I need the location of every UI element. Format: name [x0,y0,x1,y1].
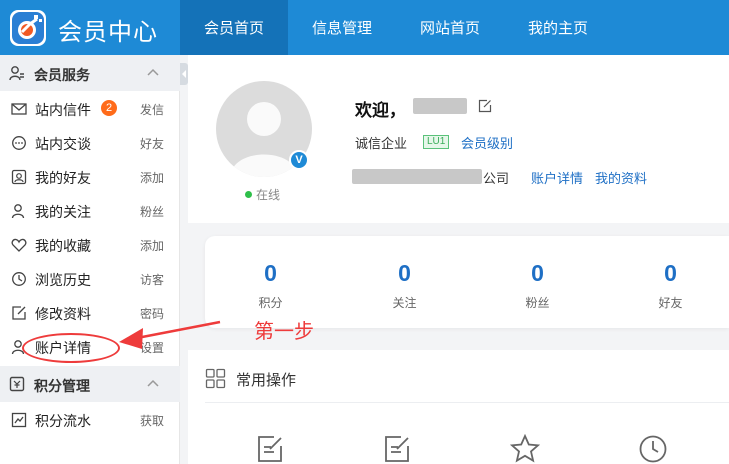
unread-count-badge: 2 [101,100,117,116]
sidebar-item-action-friends[interactable]: 好友 [140,135,164,152]
logo-icon [10,10,46,46]
sidebar-item-following[interactable]: 我的关注 粉丝 [0,193,180,227]
nav-member-home[interactable]: 会员首页 [180,0,288,55]
nav-site-home[interactable]: 网站首页 [396,0,504,55]
stat-value: 0 [398,260,411,286]
sidebar-group-title: 积分管理 [34,378,90,394]
sidebar-item-label: 浏览历史 [35,272,91,288]
user-icon [9,66,24,81]
chevron-up-icon[interactable] [146,66,160,80]
edit-name-icon[interactable] [478,99,492,113]
sidebar-item-label: 我的关注 [35,204,91,220]
contacts-icon [11,169,27,185]
sidebar-item-action-send[interactable]: 发信 [140,101,164,118]
welcome-text: 欢迎， [355,101,406,120]
edit-document-icon[interactable] [383,434,411,464]
brand-title: 会员中心 [58,19,158,46]
compose-icon[interactable] [256,434,284,464]
clock-icon[interactable] [638,434,668,464]
member-type: 诚信企业 [355,136,408,151]
user-icon [11,204,25,219]
stat-friends[interactable]: 0 好友 [605,236,729,328]
sidebar-item-label: 我的好友 [35,170,91,186]
divider [205,402,729,403]
stat-label: 粉丝 [525,296,550,310]
stat-label: 好友 [658,296,683,310]
sidebar-item-my-friends[interactable]: 我的好友 添加 [0,159,180,193]
sidebar-item-label: 我的收藏 [35,238,91,254]
mail-icon [11,103,27,115]
chat-icon [12,136,26,150]
stat-label: 积分 [258,296,283,310]
top-nav: 会员首页 信息管理 网站首页 我的主页 [180,0,612,55]
stat-value: 0 [264,260,277,286]
star-icon[interactable] [510,434,540,464]
sidebar-item-label: 站内交谈 [35,136,91,152]
sidebar-item-action-add[interactable]: 添加 [140,169,164,186]
online-status-label: 在线 [256,188,281,202]
sidebar-item-label: 修改资料 [35,306,91,322]
stat-fans[interactable]: 0 粉丝 [472,236,603,328]
annotation-arrow-icon [119,320,221,349]
online-dot-icon [245,191,252,198]
sidebar-item-action-add[interactable]: 添加 [140,237,164,254]
sidebar-item-label: 积分流水 [35,413,91,429]
annotation-highlight-ellipse [22,333,120,363]
nav-my-homepage[interactable]: 我的主页 [504,0,612,55]
heart-icon [11,238,27,252]
sidebar-item-label: 站内信件 [35,102,91,118]
sidebar-item-action-visitors[interactable]: 访客 [140,271,164,288]
company-name-suffix: 公司 [483,171,510,186]
company-name-redacted [352,169,482,184]
sidebar-group-title: 会员服务 [34,67,90,83]
stat-value: 0 [531,260,544,286]
brand[interactable]: 会员中心 [0,0,180,55]
stat-label: 关注 [392,296,417,310]
sidebar-group-member-services[interactable]: 会员服务 [0,55,180,91]
sidebar-item-action-earn[interactable]: 获取 [140,412,164,429]
chevron-up-icon[interactable] [146,377,160,391]
annotation-step-label: 第一步 [254,321,314,343]
online-status: 在线 [245,186,280,203]
verified-badge: V [289,150,309,170]
sidebar-item-action-fans[interactable]: 粉丝 [140,203,164,220]
sidebar-item-favorites[interactable]: 我的收藏 添加 [0,227,180,261]
top-header: 会员中心 会员首页 信息管理 网站首页 我的主页 [0,0,729,55]
sidebar-item-points-log[interactable]: 积分流水 获取 [0,402,180,436]
grid-icon [205,368,226,389]
sidebar-group-points[interactable]: 积分管理 [0,366,180,402]
stat-value: 0 [664,260,677,286]
account-details-link[interactable]: 账户详情 [531,168,583,187]
username-redacted [413,98,467,114]
wallet-icon [9,376,25,392]
stat-following[interactable]: 0 关注 [339,236,470,328]
sidebar-item-history[interactable]: 浏览历史 访客 [0,261,180,295]
my-profile-link[interactable]: 我的资料 [595,168,647,187]
sidebar-item-chat[interactable]: 站内交谈 好友 [0,125,180,159]
sidebar-collapse-handle[interactable] [180,63,188,85]
edit-icon [12,306,26,320]
member-level-link[interactable]: 会员级别 [461,133,513,152]
level-badge: LU1 [423,135,450,149]
clock-icon [12,272,26,286]
sidebar-item-messages[interactable]: 站内信件 2 发信 [0,91,180,125]
chart-icon [11,412,27,428]
common-operations-title: 常用操作 [236,372,297,389]
chevron-left-icon [182,70,186,78]
nav-info-management[interactable]: 信息管理 [288,0,396,55]
